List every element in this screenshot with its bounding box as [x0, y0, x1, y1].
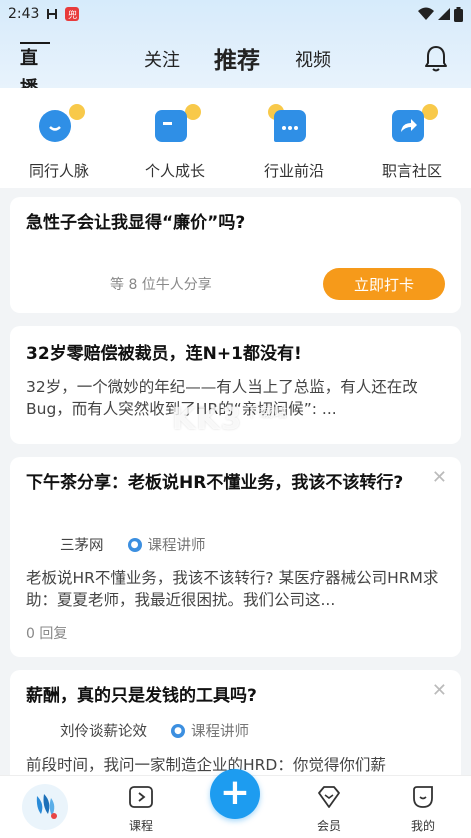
watermark-sub: 下载站: [245, 405, 287, 421]
checkin-card[interactable]: 急性子会让我显得“廉价”吗? 等 8 位牛人分享 立即打卡: [10, 197, 461, 313]
author-role: 课程讲师: [147, 538, 206, 554]
nav-me[interactable]: 我的: [393, 784, 453, 834]
nav-courses[interactable]: 课程: [111, 784, 171, 834]
sync-icon: [47, 9, 58, 19]
lecturer-badge-icon: ●: [171, 723, 185, 738]
bottom-nav: 课程 + 会员 我的: [0, 769, 471, 838]
card-title: 薪酬，真的只是发钱的工具吗?: [26, 686, 257, 706]
app-badge-icon: 兜: [65, 7, 80, 21]
diamond-icon: [318, 786, 340, 808]
chat-bubble-icon: [268, 104, 314, 150]
nav-label: 我的: [410, 819, 435, 833]
lecturer-badge-icon: ●: [127, 537, 142, 552]
tab-follow[interactable]: 关注: [144, 46, 180, 72]
author-name[interactable]: 刘伶谈薪论效: [60, 720, 147, 741]
card-title: 急性子会让我显得“廉价”吗?: [26, 213, 246, 233]
battery-icon: [454, 6, 463, 22]
quick-entry-industry[interactable]: 行业前沿: [249, 104, 339, 181]
quick-entry-peers[interactable]: 同行人脉: [14, 104, 104, 181]
nav-label: 课程: [128, 819, 153, 833]
author-row: 三茅网 ● 课程讲师: [60, 534, 206, 555]
feed-tabs: 关注 推荐 视频: [0, 28, 471, 88]
nav-label: 会员: [316, 819, 341, 833]
home-logo-icon[interactable]: [22, 784, 68, 830]
quick-entry-label: 行业前沿: [263, 162, 324, 180]
card-title: 下午茶分享：老板说HR不懂业务，我该不该转行?: [26, 473, 404, 493]
quick-entry-label: 同行人脉: [28, 162, 89, 180]
quick-entries: 同行人脉 个人成长 行业前沿 职言社区: [0, 88, 471, 188]
quick-entry-label: 个人成长: [144, 162, 205, 180]
author-name[interactable]: 三茅网: [60, 534, 104, 555]
growth-icon: [155, 104, 201, 150]
quick-entry-label: 职言社区: [381, 162, 442, 180]
quick-entry-growth[interactable]: 个人成长: [130, 104, 220, 181]
watermark: KK3: [172, 402, 243, 437]
feed-card[interactable]: 下午茶分享：老板说HR不懂业务，我该不该转行? ✕ 三茅网 ● 课程讲师 老板说…: [10, 457, 461, 657]
notification-bell-icon[interactable]: [424, 44, 448, 72]
wifi-icon: [418, 7, 434, 20]
reply-count[interactable]: 0 回复: [26, 623, 67, 643]
quick-entry-community[interactable]: 职言社区: [367, 104, 457, 181]
card-title: 32岁零赔偿被裁员，连N+1都没有!: [26, 344, 302, 364]
author-row: 刘伶谈薪论效 ● 课程讲师: [60, 720, 249, 741]
author-role: 课程讲师: [191, 724, 249, 740]
close-icon[interactable]: ✕: [432, 680, 447, 701]
checkin-button[interactable]: 立即打卡: [323, 268, 445, 300]
profile-icon: [413, 786, 433, 808]
signal-icon: [438, 8, 450, 20]
tab-recommend[interactable]: 推荐: [214, 41, 260, 75]
smile-icon: [39, 104, 85, 150]
nav-membership[interactable]: 会员: [299, 784, 359, 834]
tab-video[interactable]: 视频: [295, 46, 331, 72]
status-time: 2:43: [8, 6, 40, 22]
top-header: 直播 关注 推荐 视频: [0, 28, 471, 99]
share-arrow-icon: [392, 104, 438, 150]
share-count-text: 等 8 位牛人分享: [110, 277, 212, 293]
course-play-icon: [129, 786, 153, 808]
status-bar: 2:43 兜: [0, 0, 471, 28]
card-body: 老板说HR不懂业务，我该不该转行? 某医疗器械公司HRM求助：夏夏老师，我最近很…: [26, 569, 439, 609]
create-post-button[interactable]: +: [210, 769, 260, 819]
close-icon[interactable]: ✕: [432, 467, 447, 488]
